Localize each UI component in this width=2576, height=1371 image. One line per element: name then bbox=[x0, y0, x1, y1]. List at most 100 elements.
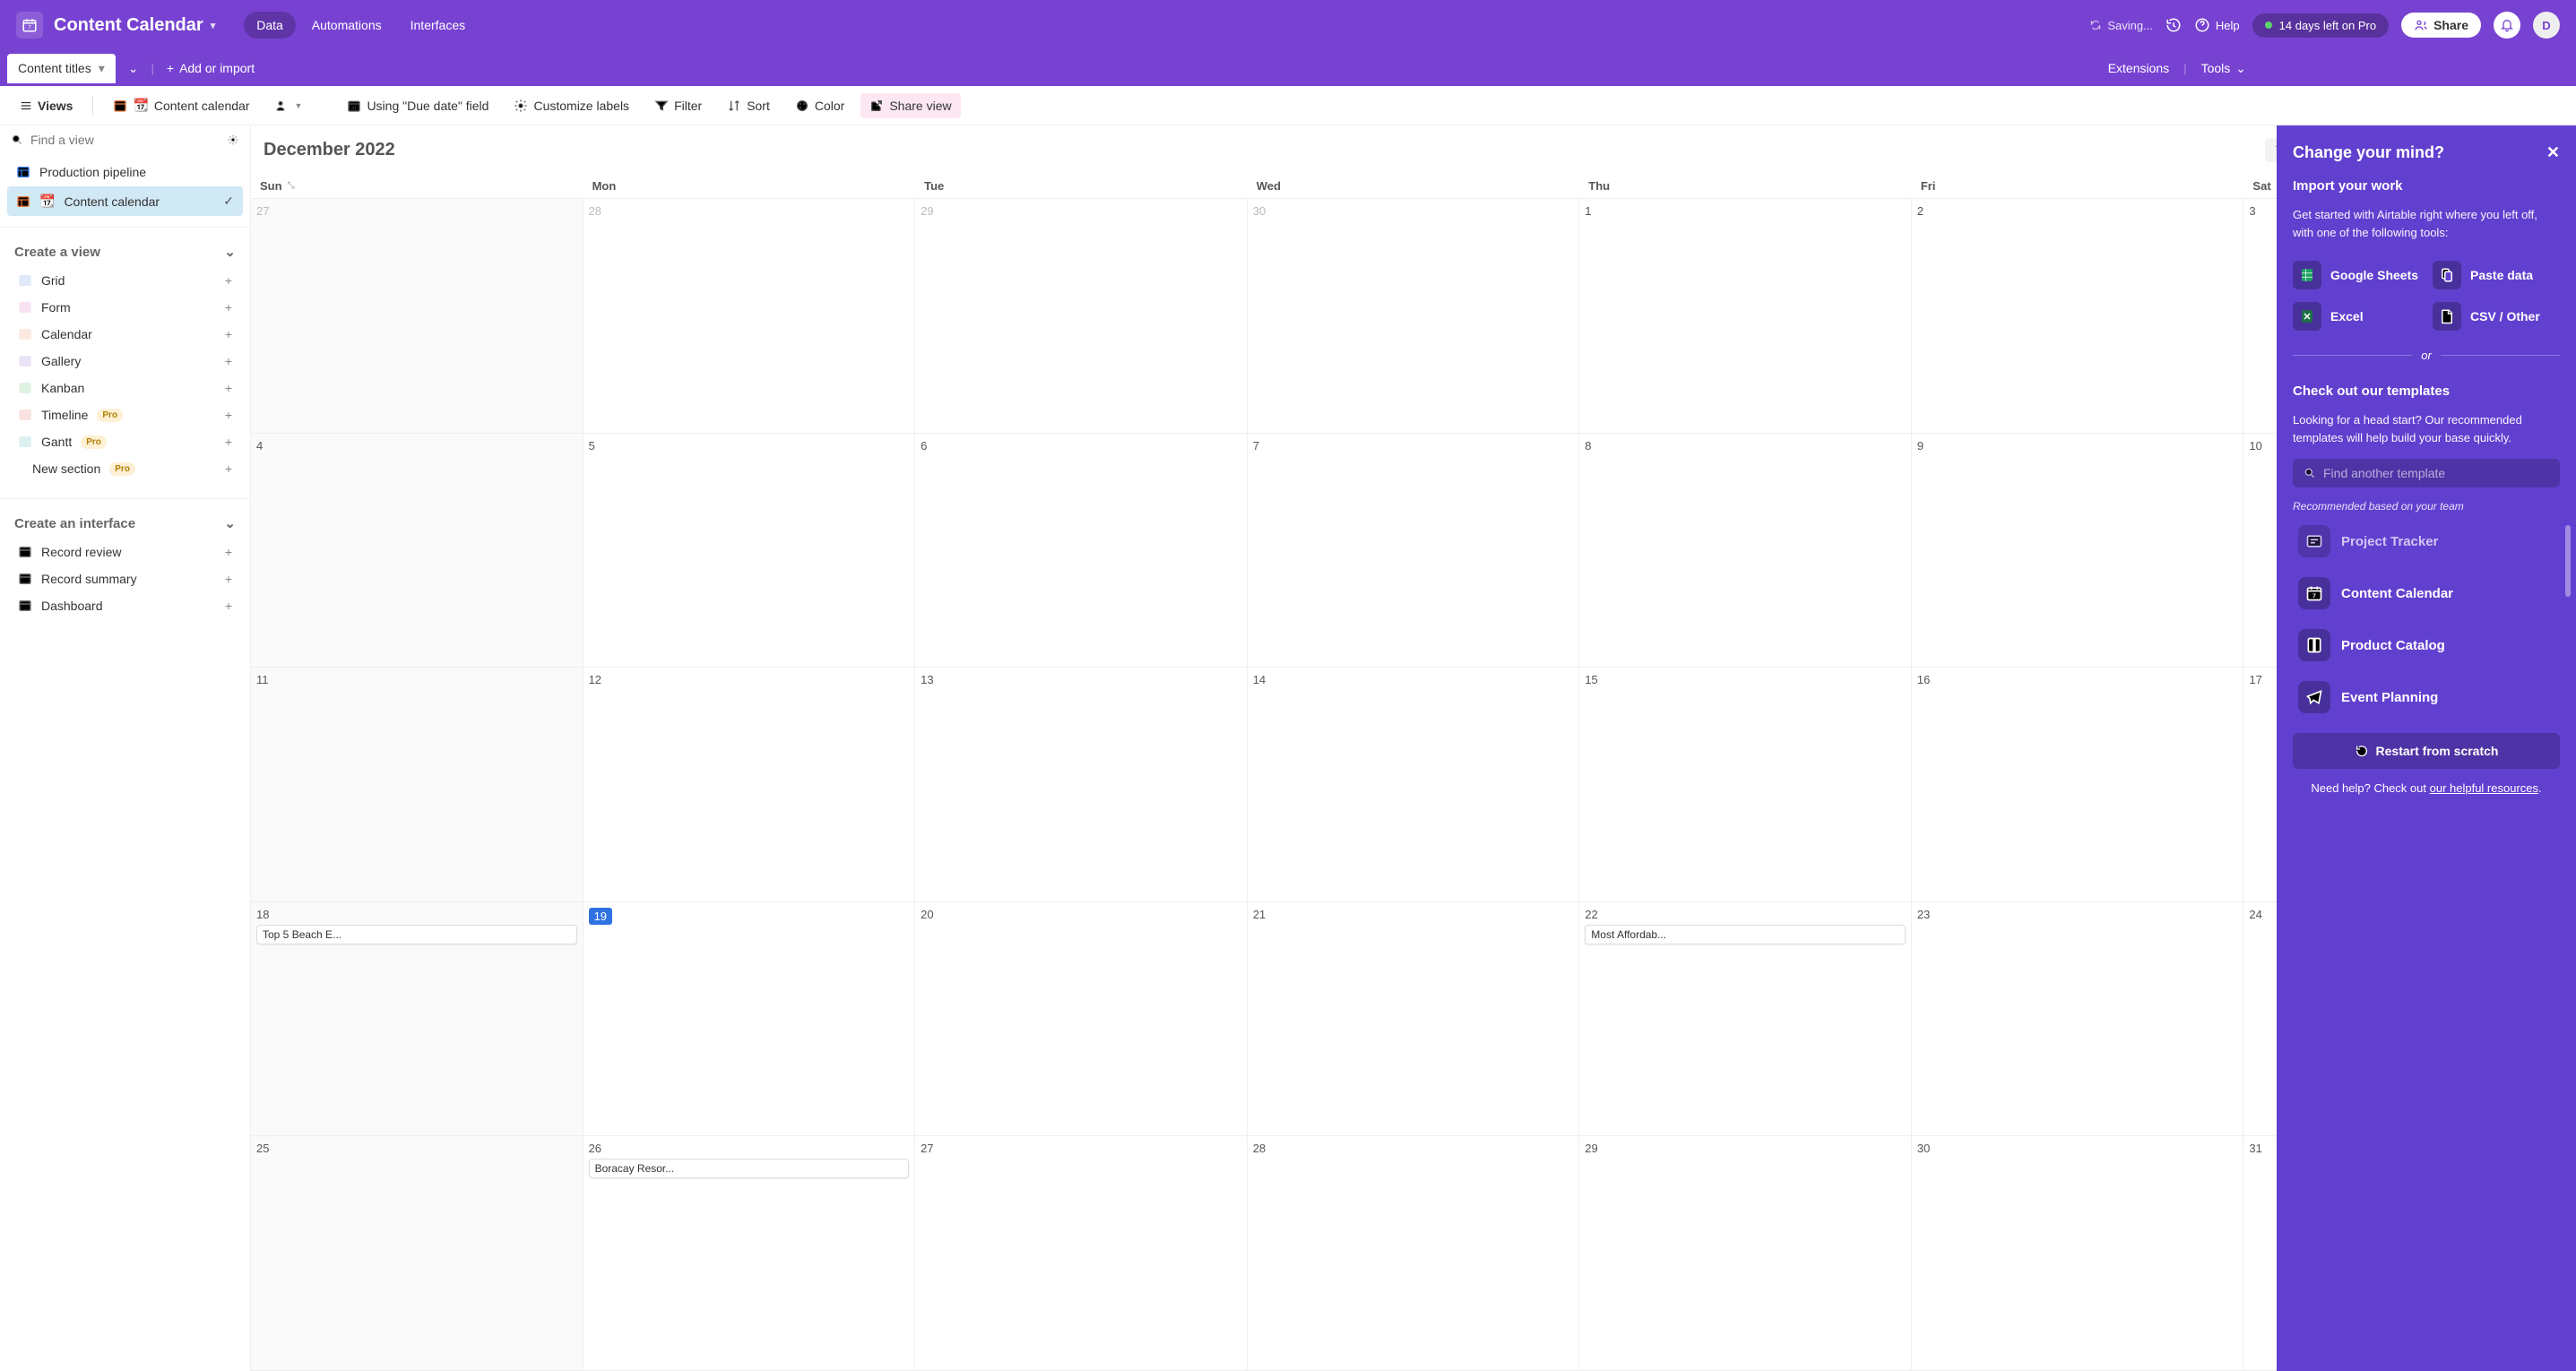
calendar-cell[interactable]: 21 bbox=[1248, 902, 1580, 1136]
calendar-cell[interactable]: 22Most Affordab... bbox=[1579, 902, 1912, 1136]
base-title[interactable]: Content Calendar ▾ bbox=[54, 15, 215, 36]
view-item[interactable]: Production pipeline bbox=[7, 158, 243, 186]
tools-button[interactable]: Tools ⌄ bbox=[2192, 56, 2255, 82]
calendar-cell[interactable]: 4 bbox=[251, 434, 583, 668]
app-logo-icon[interactable]: 7 bbox=[16, 12, 43, 39]
notifications-button[interactable] bbox=[2494, 12, 2520, 39]
view-selector[interactable]: 📆 Content calendar bbox=[104, 92, 258, 118]
view-item[interactable]: 📆Content calendar✓ bbox=[7, 186, 243, 216]
share-button[interactable]: Share bbox=[2401, 13, 2481, 38]
calendar-cell[interactable]: 7 bbox=[1248, 434, 1580, 668]
calendar-cell[interactable]: 6 bbox=[915, 434, 1248, 668]
template-item[interactable]: Product Catalog bbox=[2293, 622, 2560, 668]
calendar-cell[interactable]: 1 bbox=[1579, 199, 1912, 433]
import-icon bbox=[2433, 302, 2461, 331]
calendar-cell[interactable]: 8 bbox=[1579, 434, 1912, 668]
history-icon[interactable] bbox=[2165, 17, 2182, 33]
calendar-cell[interactable]: 20 bbox=[915, 902, 1248, 1136]
create-interface-type[interactable]: Dashboard+ bbox=[14, 592, 236, 619]
table-menu-button[interactable]: ⌄ bbox=[119, 56, 148, 82]
restart-button[interactable]: Restart from scratch bbox=[2293, 733, 2560, 769]
extensions-button[interactable]: Extensions bbox=[2099, 56, 2178, 81]
calendar-cell[interactable]: 5 bbox=[583, 434, 916, 668]
template-item[interactable]: Event Planning bbox=[2293, 674, 2560, 720]
create-view-type[interactable]: GanttPro+ bbox=[14, 428, 236, 455]
import-option[interactable]: CSV / Other bbox=[2433, 302, 2560, 331]
calendar-cell[interactable]: 11 bbox=[251, 668, 583, 901]
import-option[interactable]: Paste data bbox=[2433, 261, 2560, 289]
date-field-button[interactable]: 31 Using "Due date" field bbox=[338, 93, 497, 118]
create-view-type[interactable]: Form+ bbox=[14, 294, 236, 321]
table-tab-active[interactable]: Content titles ▾ bbox=[7, 54, 116, 83]
day-number: 14 bbox=[1253, 673, 1266, 686]
view-permissions-button[interactable]: ▼ bbox=[266, 93, 312, 118]
people-icon bbox=[275, 99, 290, 113]
create-view-header[interactable]: Create a view⌄ bbox=[14, 237, 236, 267]
calendar-cell[interactable]: 28 bbox=[1248, 1136, 1580, 1370]
calendar-cell[interactable]: 2 bbox=[1912, 199, 2244, 433]
calendar-cell[interactable]: 13 bbox=[915, 668, 1248, 901]
calendar-cell[interactable]: 12 bbox=[583, 668, 916, 901]
import-option[interactable]: Google Sheets bbox=[2293, 261, 2420, 289]
day-number: 28 bbox=[1253, 1142, 1266, 1155]
template-search[interactable] bbox=[2293, 459, 2560, 487]
create-view-type[interactable]: Calendar+ bbox=[14, 321, 236, 348]
chevron-down-icon: ▾ bbox=[211, 20, 216, 31]
plus-icon: + bbox=[225, 354, 232, 368]
color-button[interactable]: Color bbox=[786, 93, 853, 118]
need-help-text: Need help? Check out our helpful resourc… bbox=[2293, 781, 2560, 795]
add-or-import-button[interactable]: + Add or import bbox=[158, 56, 264, 81]
calendar-cell[interactable]: 27 bbox=[251, 199, 583, 433]
tab-data[interactable]: Data bbox=[244, 12, 296, 39]
create-interface-type[interactable]: Record review+ bbox=[14, 539, 236, 565]
calendar-cell[interactable]: 25 bbox=[251, 1136, 583, 1370]
calendar-cell[interactable]: 28 bbox=[583, 199, 916, 433]
tab-interfaces[interactable]: Interfaces bbox=[398, 12, 478, 39]
calendar-cell[interactable]: 29 bbox=[1579, 1136, 1912, 1370]
calendar-cell[interactable]: 19 bbox=[583, 902, 916, 1136]
gear-icon[interactable] bbox=[227, 134, 239, 146]
calendar-event[interactable]: Top 5 Beach E... bbox=[256, 925, 577, 944]
create-view-type[interactable]: Grid+ bbox=[14, 267, 236, 294]
sort-button[interactable]: Sort bbox=[718, 93, 779, 118]
create-view-type[interactable]: TimelinePro+ bbox=[14, 401, 236, 428]
help-resources-link[interactable]: our helpful resources bbox=[2430, 781, 2538, 795]
calendar-cell[interactable]: 9 bbox=[1912, 434, 2244, 668]
create-interface-type[interactable]: Record summary+ bbox=[14, 565, 236, 592]
view-search[interactable] bbox=[0, 125, 250, 154]
avatar[interactable]: D bbox=[2533, 12, 2560, 39]
template-item[interactable]: Project Tracker bbox=[2293, 525, 2560, 565]
import-icon bbox=[2293, 302, 2321, 331]
close-icon[interactable]: ✕ bbox=[2546, 143, 2560, 162]
calendar-cell[interactable]: 30 bbox=[1248, 199, 1580, 433]
scrollbar-thumb[interactable] bbox=[2565, 525, 2571, 597]
calendar-event[interactable]: Most Affordab... bbox=[1585, 925, 1906, 944]
import-option[interactable]: Excel bbox=[2293, 302, 2420, 331]
share-view-button[interactable]: Share view bbox=[860, 93, 960, 118]
filter-button[interactable]: Filter bbox=[645, 93, 711, 118]
template-search-input[interactable] bbox=[2323, 466, 2549, 480]
calendar-event[interactable]: Boracay Resor... bbox=[589, 1159, 910, 1178]
calendar-cell[interactable]: 15 bbox=[1579, 668, 1912, 901]
create-interface-header[interactable]: Create an interface⌄ bbox=[14, 508, 236, 539]
trial-badge[interactable]: 14 days left on Pro bbox=[2252, 13, 2389, 38]
calendar-cell[interactable]: 30 bbox=[1912, 1136, 2244, 1370]
calendar-cell[interactable]: 16 bbox=[1912, 668, 2244, 901]
tab-automations[interactable]: Automations bbox=[299, 12, 394, 39]
day-header: Mon bbox=[583, 174, 916, 198]
view-search-input[interactable] bbox=[30, 133, 220, 147]
calendar-cell[interactable]: 18Top 5 Beach E... bbox=[251, 902, 583, 1136]
calendar-cell[interactable]: 23 bbox=[1912, 902, 2244, 1136]
help-button[interactable]: Help bbox=[2194, 17, 2240, 33]
calendar-cell[interactable]: 27 bbox=[915, 1136, 1248, 1370]
template-item[interactable]: 7Content Calendar bbox=[2293, 570, 2560, 617]
views-toggle[interactable]: Views bbox=[11, 93, 82, 118]
collapse-icon[interactable]: ⤡ bbox=[288, 181, 295, 191]
create-view-type[interactable]: Kanban+ bbox=[14, 375, 236, 401]
calendar-cell[interactable]: 26Boracay Resor... bbox=[583, 1136, 916, 1370]
calendar-cell[interactable]: 29 bbox=[915, 199, 1248, 433]
customize-labels-button[interactable]: Customize labels bbox=[505, 93, 638, 118]
new-section-button[interactable]: New section Pro + bbox=[14, 455, 236, 482]
create-view-type[interactable]: Gallery+ bbox=[14, 348, 236, 375]
calendar-cell[interactable]: 14 bbox=[1248, 668, 1580, 901]
